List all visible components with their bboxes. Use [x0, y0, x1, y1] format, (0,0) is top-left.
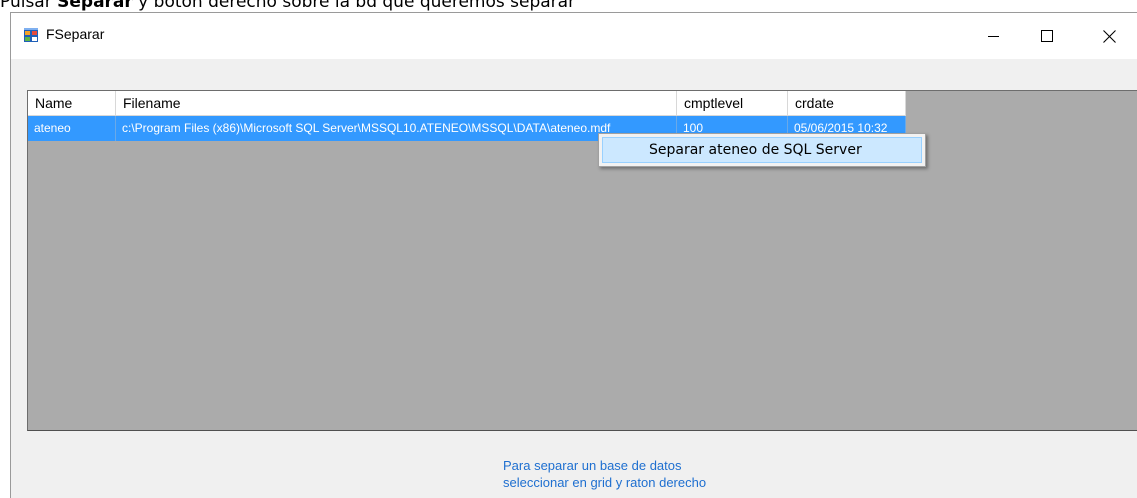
maximize-button[interactable]: [1024, 13, 1070, 59]
instructions-line-1: Para separar un base de datos: [503, 458, 682, 473]
cell-name[interactable]: ateneo: [28, 116, 116, 141]
instructions-line-2: seleccionar en grid y raton derecho: [503, 475, 707, 490]
cell-filename[interactable]: c:\Program Files (x86)\Microsoft SQL Ser…: [116, 116, 677, 141]
column-header-name[interactable]: Name: [28, 91, 116, 116]
minimize-icon: [988, 36, 999, 37]
title-bar[interactable]: FSeparar: [11, 13, 1137, 59]
column-header-cmptlevel[interactable]: cmptlevel: [677, 91, 788, 116]
document-caption: Pulsar Separar y botón derecho sobre la …: [0, 0, 1137, 12]
maximize-icon: [1041, 30, 1053, 42]
window-title: FSeparar: [46, 26, 105, 42]
minimize-button[interactable]: [971, 13, 1017, 59]
grid-header: Name Filename cmptlevel crdate: [28, 91, 906, 116]
fseparar-window: FSeparar Name Filename cmptlevel crdate: [10, 12, 1137, 498]
databases-grid[interactable]: Name Filename cmptlevel crdate ateneo c:…: [27, 90, 1137, 431]
caption-prefix: Pulsar: [0, 0, 58, 12]
close-icon: [1102, 29, 1116, 43]
context-menu: Separar ateneo de SQL Server: [598, 133, 926, 167]
caption-bold: Separar: [57, 0, 133, 12]
column-header-crdate[interactable]: crdate: [788, 91, 906, 116]
close-button[interactable]: [1086, 13, 1132, 59]
column-header-filename[interactable]: Filename: [116, 91, 677, 116]
form-app-icon: [24, 28, 38, 42]
caption-suffix: y botón derecho sobre la bd que queremos…: [132, 0, 576, 12]
menu-item-separar[interactable]: Separar ateneo de SQL Server: [602, 137, 922, 163]
instructions-label: Para separar un base de datos selecciona…: [503, 457, 823, 491]
